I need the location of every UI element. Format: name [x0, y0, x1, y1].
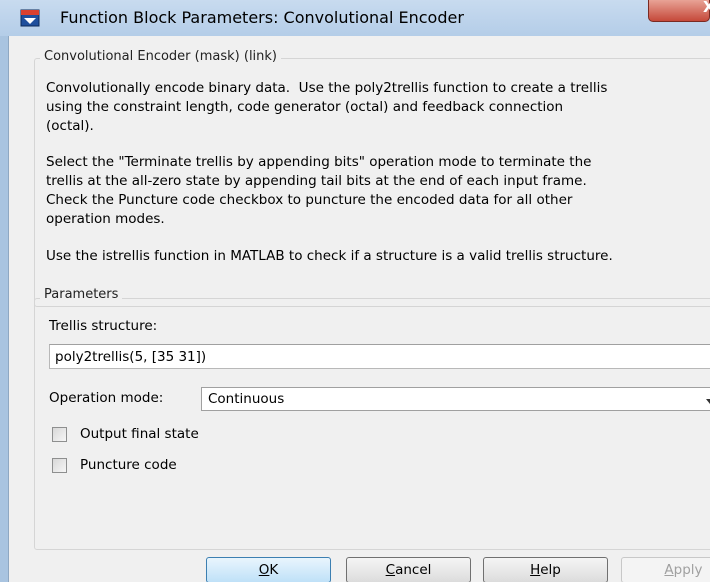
cancel-label-rest: ancel	[395, 562, 432, 578]
simulink-block-icon	[20, 9, 40, 27]
output-final-state-checkbox[interactable]	[52, 427, 67, 442]
trellis-structure-label: Trellis structure:	[49, 318, 158, 334]
title-bar[interactable]: Function Block Parameters: Convolutional…	[0, 0, 710, 36]
help-mnemonic: H	[530, 562, 541, 578]
apply-label-rest: pply	[673, 562, 703, 578]
dialog-body: Convolutional Encoder (mask) (link) Conv…	[8, 36, 710, 582]
operation-mode-dropdown[interactable]: Continuous	[201, 387, 710, 411]
output-final-state-label[interactable]: Output final state	[80, 426, 199, 442]
close-button[interactable]: X	[648, 0, 710, 22]
puncture-code-checkbox[interactable]	[52, 458, 67, 473]
help-label-rest: elp	[540, 562, 561, 578]
ok-mnemonic: O	[258, 562, 270, 578]
parameters-group	[34, 298, 710, 550]
apply-mnemonic: A	[664, 562, 674, 578]
description-paragraph-1: Convolutionally encode binary data. Use …	[46, 80, 608, 134]
operation-mode-label: Operation mode:	[49, 390, 164, 406]
description-paragraph-2: Select the "Terminate trellis by appendi…	[46, 154, 592, 227]
cancel-button[interactable]: Cancel	[346, 557, 471, 582]
description-heading: Convolutional Encoder (mask) (link)	[40, 49, 282, 64]
close-icon: X	[703, 0, 710, 16]
operation-mode-value: Continuous	[208, 391, 285, 407]
description-paragraph-3: Use the istrellis function in MATLAB to …	[46, 248, 613, 264]
trellis-structure-input[interactable]	[49, 344, 710, 369]
cancel-mnemonic: C	[385, 562, 396, 578]
dialog-window: Function Block Parameters: Convolutional…	[0, 0, 710, 582]
help-button[interactable]: Help	[483, 557, 608, 582]
ok-label-rest: K	[269, 562, 279, 578]
apply-button[interactable]: Apply	[621, 557, 710, 582]
parameters-heading: Parameters	[40, 287, 123, 302]
ok-button[interactable]: OK	[206, 557, 331, 582]
window-title: Function Block Parameters: Convolutional…	[60, 8, 464, 27]
chevron-down-icon	[706, 399, 710, 404]
puncture-code-label[interactable]: Puncture code	[80, 457, 177, 473]
